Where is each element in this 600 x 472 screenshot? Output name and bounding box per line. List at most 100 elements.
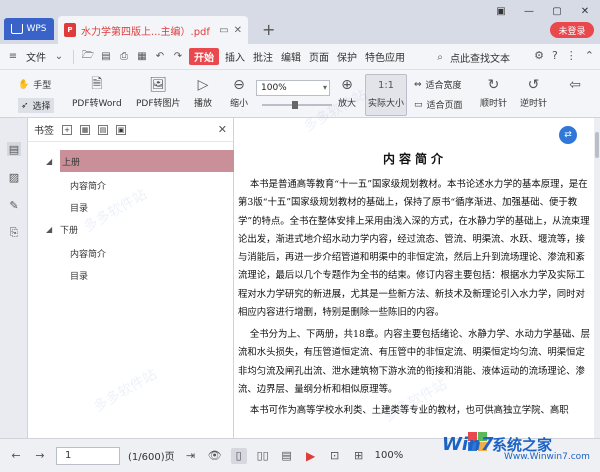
pdf-page: 内容简介 本书是普通高等教育“十一五”国家级规划教材。本书论述水力学的基本原理，… bbox=[234, 118, 596, 438]
fit-width-button[interactable]: ⇔ 适合宽度 bbox=[414, 78, 462, 92]
hand-icon: ✋ bbox=[18, 79, 30, 90]
bookmark-label: 目录 bbox=[70, 271, 89, 282]
menu-special-apps[interactable]: 特色应用 bbox=[363, 49, 407, 64]
prev-page-icon[interactable]: ← bbox=[8, 448, 24, 464]
continuous-page-icon[interactable]: ▤ bbox=[279, 448, 295, 464]
translate-float-icon[interactable]: ⇄ bbox=[559, 126, 577, 144]
expand-all-icon[interactable]: ▦ bbox=[80, 124, 90, 135]
zoom-out-button[interactable]: ⊖ 缩小 bbox=[230, 76, 248, 109]
login-button[interactable]: 未登录 bbox=[550, 22, 594, 38]
menu-protect[interactable]: 保护 bbox=[335, 49, 359, 64]
bookmark-label: 内容简介 bbox=[70, 249, 107, 260]
vertical-scrollbar[interactable] bbox=[594, 118, 600, 438]
rotate-clockwise-button[interactable]: ↻ 顺时针 bbox=[480, 76, 507, 109]
hand-tool[interactable]: ✋ 手型 bbox=[18, 78, 52, 92]
search-area[interactable]: ⌕ 点此查找文本 bbox=[433, 50, 510, 65]
menu-start-tab[interactable]: 开始 bbox=[189, 48, 219, 65]
open-folder-icon[interactable]: 🗁 bbox=[81, 50, 95, 63]
page-number-input[interactable]: 1 bbox=[56, 446, 120, 465]
bookmark-item[interactable]: ◢ 下册 bbox=[28, 218, 234, 240]
menu-edit[interactable]: 编辑 bbox=[279, 49, 303, 64]
play-button[interactable]: ▷ 播放 bbox=[194, 76, 212, 109]
menu-annotate[interactable]: 批注 bbox=[251, 49, 275, 64]
help-icon[interactable]: ? bbox=[552, 49, 558, 62]
prev-page-button[interactable]: ⇦ bbox=[566, 76, 584, 96]
delete-bookmark-icon[interactable]: ▣ bbox=[116, 124, 126, 135]
read-mode-icon[interactable]: 👁 bbox=[207, 448, 223, 464]
close-window-icon[interactable]: ✕ bbox=[574, 4, 596, 18]
redo-icon[interactable]: ↷ bbox=[171, 51, 185, 63]
hand-tool-label: 手型 bbox=[33, 81, 52, 91]
zoom-slider[interactable] bbox=[262, 101, 332, 109]
fit-page-icon: ▭ bbox=[414, 99, 423, 110]
menu-insert[interactable]: 插入 bbox=[223, 49, 247, 64]
thumbnail-icon[interactable]: ▨ bbox=[7, 170, 21, 184]
actual-size-status-icon[interactable]: ⊡ bbox=[327, 448, 343, 464]
rotate-counterclockwise-icon: ↺ bbox=[527, 77, 540, 93]
undo-icon[interactable]: ↶ bbox=[153, 51, 167, 63]
bookmark-item[interactable]: 目录 bbox=[28, 264, 234, 286]
menu-page[interactable]: 页面 bbox=[307, 49, 331, 64]
save-icon[interactable]: ▤ bbox=[99, 51, 113, 63]
more-icon[interactable]: ⋮ bbox=[566, 49, 577, 62]
menu-file[interactable]: 文件 bbox=[24, 49, 48, 64]
collapse-ribbon-icon[interactable]: ⌃ bbox=[585, 49, 594, 62]
double-page-icon[interactable]: ▯▯ bbox=[255, 448, 271, 464]
minimize-icon[interactable]: — bbox=[518, 4, 540, 18]
bookmark-panel-icon[interactable]: ▤ bbox=[7, 142, 21, 156]
chevron-down-icon[interactable]: ⌄ bbox=[52, 51, 66, 63]
skin-icon[interactable]: ▣ bbox=[490, 4, 512, 18]
document-view[interactable]: 内容简介 本书是普通高等教育“十一五”国家级规划教材。本书论述水力学的基本原理，… bbox=[234, 118, 600, 438]
new-tab-button[interactable]: + bbox=[262, 20, 275, 39]
zoom-select[interactable]: 100% ▾ bbox=[256, 80, 330, 96]
annotation-icon[interactable]: ✎ bbox=[7, 198, 21, 212]
chevron-down-icon: ▾ bbox=[322, 83, 327, 92]
wps-home-tab[interactable]: WPS bbox=[4, 18, 54, 40]
clockwise-label: 顺时针 bbox=[480, 99, 508, 109]
single-page-icon[interactable]: ▯ bbox=[230, 447, 247, 464]
bookmark-item[interactable]: 内容简介 bbox=[28, 242, 234, 264]
expand-triangle-icon[interactable]: ◢ bbox=[46, 225, 54, 234]
search-hint: 点此查找文本 bbox=[450, 54, 510, 65]
collapse-all-icon[interactable]: ▤ bbox=[98, 124, 108, 135]
settings-icon[interactable]: ⚙ bbox=[534, 49, 544, 62]
attachment-icon[interactable]: ⎘ bbox=[7, 226, 21, 240]
last-page-icon[interactable]: ⇥ bbox=[183, 448, 199, 464]
select-tool[interactable]: ➶ 选择 bbox=[18, 98, 54, 113]
fit-width-label: 适合宽度 bbox=[425, 81, 462, 91]
zoom-slider-knob[interactable] bbox=[292, 101, 298, 109]
rotate-counterclockwise-button[interactable]: ↺ 逆时针 bbox=[520, 76, 547, 109]
scrollbar-thumb[interactable] bbox=[595, 132, 599, 158]
close-panel-icon[interactable]: ✕ bbox=[218, 123, 227, 136]
pdf-to-image-button[interactable]: 🖼 PDF转图片 bbox=[136, 76, 181, 109]
hamburger-icon[interactable]: ≡ bbox=[6, 51, 20, 63]
brand-watermark: Win7 系统之家 Www.Winwin7.com bbox=[442, 432, 592, 466]
select-tool-label: 选择 bbox=[32, 102, 51, 112]
zoom-in-button[interactable]: ⊕ 放大 bbox=[338, 76, 356, 109]
next-page-icon[interactable]: → bbox=[32, 448, 48, 464]
menu-bar: ≡ 文件 ⌄ 🗁 ▤ ⎙ ▦ ↶ ↷ 开始 插入 批注 编辑 页面 保护 特色应… bbox=[0, 44, 600, 70]
brand-url: Www.Winwin7.com bbox=[504, 452, 590, 462]
actual-size-label: 实际大小 bbox=[368, 99, 405, 109]
zoom-percentage[interactable]: 100% bbox=[375, 450, 404, 461]
bookmark-item[interactable]: ◢ 上册 bbox=[28, 150, 234, 172]
expand-triangle-icon[interactable]: ◢ bbox=[46, 157, 54, 166]
print-preview-icon[interactable]: ▦ bbox=[135, 51, 149, 63]
slideshow-icon[interactable]: ▶ bbox=[303, 448, 319, 464]
tab-restore-icon[interactable]: ▭ bbox=[219, 25, 228, 36]
bookmark-item[interactable]: 目录 bbox=[28, 196, 234, 218]
print-icon[interactable]: ⎙ bbox=[117, 51, 131, 63]
maximize-icon[interactable]: ▢ bbox=[546, 4, 568, 18]
add-bookmark-icon[interactable]: + bbox=[62, 124, 72, 135]
actual-size-button[interactable]: 1:1 实际大小 bbox=[368, 76, 405, 110]
fit-window-icon[interactable]: ⊞ bbox=[351, 448, 367, 464]
zoom-out-icon: ⊖ bbox=[233, 77, 245, 93]
pdf-file-icon: P bbox=[64, 23, 76, 37]
fit-page-button[interactable]: ▭ 适合页面 bbox=[414, 98, 463, 112]
document-tab[interactable]: P 水力学第四版上...主编）.pdf ▭ ✕ bbox=[58, 16, 248, 44]
pdf-to-word-button[interactable]: 🗎 PDF转Word bbox=[72, 76, 122, 109]
bookmark-panel: 书签 + ▦ ▤ ▣ ✕ ◢ 上册 内容简介 目录 ◢ 下册 内容简介 目录 bbox=[28, 118, 234, 438]
tab-close-icon[interactable]: ✕ bbox=[234, 25, 242, 36]
bookmark-item[interactable]: 内容简介 bbox=[28, 174, 234, 196]
menu-separator bbox=[73, 49, 74, 64]
